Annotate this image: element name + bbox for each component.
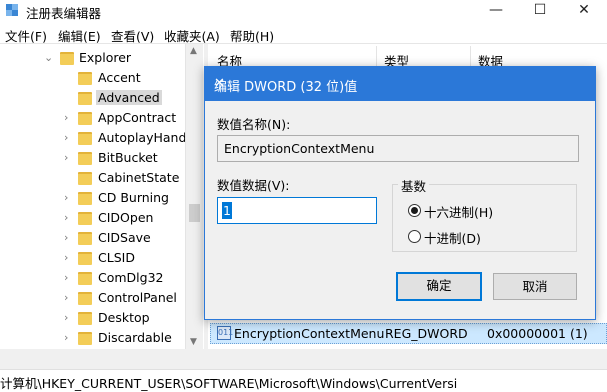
close-window-button[interactable]: ✕ bbox=[562, 0, 606, 22]
scroll-down-icon[interactable]: ▼ bbox=[190, 337, 197, 347]
chevron-right-icon[interactable]: › bbox=[64, 151, 68, 164]
chevron-right-icon[interactable]: › bbox=[64, 191, 68, 204]
chevron-right-icon[interactable]: › bbox=[64, 291, 68, 304]
edit-dword-dialog: 编辑 DWORD (32 位)值 ✕ 数值名称(N): EncryptionCo… bbox=[204, 66, 596, 320]
tree-item-label: Desktop bbox=[98, 310, 150, 325]
value-name-label: 数值名称(N): bbox=[217, 117, 291, 132]
chevron-right-icon[interactable]: › bbox=[64, 271, 68, 284]
tree-item-label: CLSID bbox=[98, 250, 135, 265]
value-name-text: EncryptionContextMenu bbox=[224, 141, 375, 156]
tree-item-explorer[interactable]: ⌄ Explorer bbox=[0, 48, 185, 68]
folder-icon bbox=[78, 252, 92, 265]
reg-dword-icon: 011 bbox=[217, 326, 233, 340]
tree-item[interactable]: › ComDlg32 bbox=[0, 268, 185, 288]
chevron-right-icon[interactable]: › bbox=[64, 131, 68, 144]
tree-item-label: AutoplayHandle bbox=[98, 130, 198, 145]
folder-icon bbox=[78, 232, 92, 245]
tree-item[interactable]: › AppContract bbox=[0, 108, 185, 128]
folder-icon bbox=[78, 312, 92, 325]
value-data: 0x00000001 (1) bbox=[487, 326, 588, 341]
chevron-down-icon[interactable]: ⌄ bbox=[44, 51, 53, 64]
tree-item-label: Advanced bbox=[96, 90, 162, 105]
tree-item[interactable]: › CIDOpen bbox=[0, 208, 185, 228]
folder-icon bbox=[78, 92, 92, 105]
value-name: EncryptionContextMenu bbox=[234, 326, 385, 341]
tree-item[interactable]: › CD Burning bbox=[0, 188, 185, 208]
dialog-title-bar: 编辑 DWORD (32 位)值 ✕ bbox=[205, 67, 595, 101]
tree-item-label: AppContract bbox=[98, 110, 177, 125]
tree-item[interactable]: › Desktop bbox=[0, 308, 185, 328]
folder-icon bbox=[78, 152, 92, 165]
chevron-right-icon[interactable]: › bbox=[64, 331, 68, 344]
tree-item-label: Discardable bbox=[98, 330, 172, 345]
value-data-input[interactable]: 1 bbox=[217, 197, 377, 224]
scroll-up-icon[interactable]: ▲ bbox=[190, 46, 197, 56]
value-name-field: EncryptionContextMenu bbox=[217, 135, 579, 162]
folder-icon bbox=[78, 292, 92, 305]
hex-radio-label[interactable]: 十六进制(H) bbox=[424, 202, 493, 221]
tree-item-label: CIDOpen bbox=[98, 210, 154, 225]
tree-item-label: CD Burning bbox=[98, 190, 169, 205]
tree-item[interactable]: › BitBucket bbox=[0, 148, 185, 168]
list-row-selected[interactable]: 011 EncryptionContextMenu REG_DWORD 0x00… bbox=[210, 323, 607, 344]
title-bar: 注册表编辑器 — ☐ ✕ bbox=[0, 0, 607, 22]
folder-open-icon bbox=[60, 52, 74, 65]
cancel-button[interactable]: 取消 bbox=[493, 273, 577, 300]
tree-scrollbar[interactable]: ▲ ▼ bbox=[185, 44, 203, 349]
folder-icon bbox=[78, 212, 92, 225]
registry-editor-icon bbox=[6, 4, 18, 16]
tree-item[interactable]: › CIDSave bbox=[0, 228, 185, 248]
folder-icon bbox=[78, 112, 92, 125]
tree-item-selected[interactable]: Advanced bbox=[0, 88, 185, 108]
value-type: REG_DWORD bbox=[385, 326, 468, 341]
chevron-right-icon[interactable]: › bbox=[64, 251, 68, 264]
folder-icon bbox=[78, 72, 92, 85]
chevron-right-icon[interactable]: › bbox=[64, 311, 68, 324]
tree-item-label: ComDlg32 bbox=[98, 270, 164, 285]
value-data-text: 1 bbox=[222, 202, 232, 219]
tree-item-label: BitBucket bbox=[98, 150, 158, 165]
key-tree: ⌄ Explorer Accent Advanced › AppContract… bbox=[0, 44, 204, 349]
chevron-right-icon[interactable]: › bbox=[64, 111, 68, 124]
chevron-right-icon[interactable]: › bbox=[64, 211, 68, 224]
tree-item[interactable]: › AutoplayHandle bbox=[0, 128, 198, 148]
scroll-thumb[interactable] bbox=[189, 204, 200, 222]
folder-icon bbox=[78, 172, 92, 185]
base-group-title: 基数 bbox=[398, 176, 430, 195]
column-divider[interactable] bbox=[376, 46, 377, 66]
tree-item-label: CIDSave bbox=[98, 230, 151, 245]
tree-item[interactable]: › CLSID bbox=[0, 248, 185, 268]
tree-item[interactable]: Accent bbox=[0, 68, 185, 88]
ok-button[interactable]: 确定 bbox=[396, 272, 482, 301]
chevron-right-icon[interactable]: › bbox=[64, 231, 68, 244]
tree-item-label: Accent bbox=[98, 70, 141, 85]
tree-item[interactable]: › Discardable bbox=[0, 328, 185, 348]
horizontal-scrollbar[interactable] bbox=[0, 349, 607, 369]
menu-bar: 文件(F) 编辑(E) 查看(V) 收藏夹(A) 帮助(H) bbox=[0, 24, 607, 44]
folder-icon bbox=[78, 132, 92, 145]
tree-item-label: Explorer bbox=[79, 50, 132, 65]
status-path: 计算机\HKEY_CURRENT_USER\SOFTWARE\Microsoft… bbox=[0, 376, 458, 391]
tree-item-label: CabinetState bbox=[98, 170, 180, 185]
tree-item-label: ControlPanel bbox=[98, 290, 177, 305]
decimal-radio[interactable] bbox=[408, 230, 421, 243]
tree-item[interactable]: › ControlPanel bbox=[0, 288, 185, 308]
column-divider[interactable] bbox=[470, 46, 471, 66]
folder-icon bbox=[78, 332, 92, 345]
folder-icon bbox=[78, 192, 92, 205]
status-bar: 计算机\HKEY_CURRENT_USER\SOFTWARE\Microsoft… bbox=[0, 369, 607, 392]
decimal-radio-label[interactable]: 十进制(D) bbox=[424, 228, 481, 247]
tree-item[interactable]: CabinetState bbox=[0, 168, 185, 188]
dialog-close-button[interactable]: ✕ bbox=[214, 76, 585, 91]
folder-icon bbox=[78, 272, 92, 285]
registry-editor-window: 注册表编辑器 — ☐ ✕ 文件(F) 编辑(E) 查看(V) 收藏夹(A) 帮助… bbox=[0, 0, 607, 392]
minimize-button[interactable]: — bbox=[474, 0, 518, 22]
window-title: 注册表编辑器 bbox=[26, 6, 102, 21]
hex-radio[interactable] bbox=[408, 204, 421, 217]
maximize-button[interactable]: ☐ bbox=[518, 0, 562, 22]
value-data-label: 数值数据(V): bbox=[217, 178, 290, 193]
